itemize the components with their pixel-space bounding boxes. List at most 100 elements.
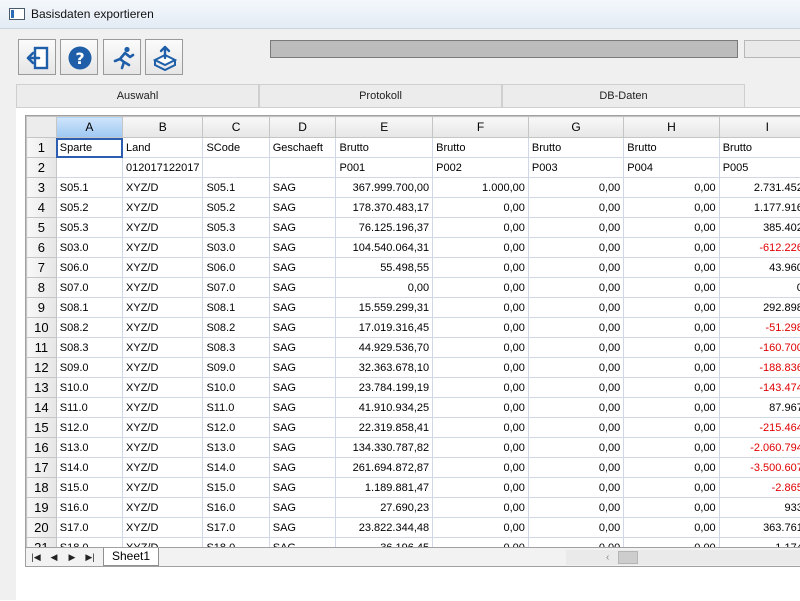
next-sheet-icon[interactable]: ▶ <box>64 550 80 565</box>
app-window-icon[interactable] <box>9 8 25 20</box>
grid-cell[interactable]: P004 <box>624 158 719 178</box>
grid-cell[interactable]: 0,00 <box>624 518 719 538</box>
grid-cell[interactable] <box>269 158 336 178</box>
grid-cell[interactable]: 0,00 <box>624 198 719 218</box>
tab-protokoll[interactable]: Protokoll <box>259 84 502 107</box>
grid-cell[interactable] <box>56 158 122 178</box>
grid-cell[interactable]: SAG <box>269 298 336 318</box>
row-header[interactable]: 12 <box>27 358 57 378</box>
row-header[interactable]: 2 <box>27 158 57 178</box>
grid-cell[interactable]: S08.1 <box>56 298 122 318</box>
grid-cell[interactable]: 178.370.483,17 <box>336 198 433 218</box>
sheet-tab-sheet1[interactable]: Sheet1 <box>103 548 159 566</box>
grid-cell[interactable]: S06.0 <box>56 258 122 278</box>
row-header[interactable]: 13 <box>27 378 57 398</box>
row-header[interactable]: 14 <box>27 398 57 418</box>
grid-cell[interactable]: -160.700,8 <box>719 338 800 358</box>
grid-cell[interactable]: 15.559.299,31 <box>336 298 433 318</box>
grid-cell[interactable]: 0,00 <box>624 498 719 518</box>
row-header[interactable]: 11 <box>27 338 57 358</box>
grid-cell[interactable] <box>203 158 269 178</box>
grid-cell[interactable]: 0,00 <box>528 538 623 549</box>
tab-auswahl[interactable]: Auswahl <box>16 84 259 107</box>
grid-cell[interactable]: S10.0 <box>203 378 269 398</box>
grid-cell[interactable]: -143.474,5 <box>719 378 800 398</box>
grid-cell[interactable]: S05.3 <box>56 218 122 238</box>
grid-cell[interactable]: S08.2 <box>203 318 269 338</box>
row-header[interactable]: 19 <box>27 498 57 518</box>
grid-cell[interactable]: SAG <box>269 498 336 518</box>
column-header-h[interactable]: H <box>624 117 719 138</box>
grid-cell[interactable]: 0,00 <box>624 238 719 258</box>
row-header[interactable]: 15 <box>27 418 57 438</box>
grid-cell[interactable]: 0,00 <box>624 258 719 278</box>
grid-cell[interactable]: 0,00 <box>624 178 719 198</box>
grid-cell[interactable]: XYZ/D <box>123 398 203 418</box>
grid-cell[interactable]: S07.0 <box>203 278 269 298</box>
grid-cell[interactable]: S13.0 <box>56 438 122 458</box>
column-header-f[interactable]: F <box>433 117 529 138</box>
grid-cell[interactable]: 23.784.199,19 <box>336 378 433 398</box>
grid-cell[interactable]: -215.464,2 <box>719 418 800 438</box>
grid-cell[interactable]: S10.0 <box>56 378 122 398</box>
grid-cell[interactable]: 0,00 <box>528 498 623 518</box>
column-header-a[interactable]: A <box>56 117 122 138</box>
grid-cell[interactable]: SAG <box>269 218 336 238</box>
grid-cell[interactable]: 012017122017 <box>123 158 203 178</box>
row-header[interactable]: 20 <box>27 518 57 538</box>
grid-cell[interactable]: 0,00 <box>433 418 529 438</box>
grid-cell[interactable]: 0,00 <box>433 338 529 358</box>
grid-cell[interactable]: 0,00 <box>624 458 719 478</box>
grid-cell[interactable]: 55.498,55 <box>336 258 433 278</box>
grid-cell[interactable]: S15.0 <box>203 478 269 498</box>
grid-cell[interactable]: 0,00 <box>528 338 623 358</box>
grid-cell[interactable]: S12.0 <box>56 418 122 438</box>
grid-cell[interactable]: S17.0 <box>203 518 269 538</box>
grid-cell[interactable]: 1.189.881,47 <box>336 478 433 498</box>
spreadsheet-grid[interactable]: ABCDEFGHI 1SparteLandSCodeGeschaeftBrutt… <box>25 115 800 548</box>
grid-cell[interactable]: XYZ/D <box>123 258 203 278</box>
grid-cell[interactable]: -2.060.794,9 <box>719 438 800 458</box>
grid-cell[interactable]: 0,00 <box>433 198 529 218</box>
grid-cell[interactable]: 22.319.858,41 <box>336 418 433 438</box>
grid-cell[interactable]: 0,00 <box>433 538 529 549</box>
grid-cell[interactable]: S06.0 <box>203 258 269 278</box>
grid-cell[interactable]: P003 <box>528 158 623 178</box>
grid-cell[interactable]: 0,00 <box>528 418 623 438</box>
grid-cell[interactable]: 0,00 <box>433 358 529 378</box>
grid-cell[interactable]: XYZ/D <box>123 358 203 378</box>
grid-cell[interactable]: 0,00 <box>624 218 719 238</box>
grid-cell[interactable]: S16.0 <box>56 498 122 518</box>
grid-cell[interactable]: XYZ/D <box>123 218 203 238</box>
grid-cell[interactable]: 0,00 <box>433 478 529 498</box>
grid-cell[interactable]: 76.125.196,37 <box>336 218 433 238</box>
grid-cell[interactable]: Brutto <box>528 138 623 158</box>
column-header-e[interactable]: E <box>336 117 433 138</box>
grid-cell[interactable]: XYZ/D <box>123 418 203 438</box>
grid-cell[interactable]: 0,00 <box>433 258 529 278</box>
row-header[interactable]: 1 <box>27 138 57 158</box>
grid-cell[interactable]: SAG <box>269 438 336 458</box>
grid-cell[interactable]: -612.226,8 <box>719 238 800 258</box>
grid-cell[interactable]: 1.174,8 <box>719 538 800 549</box>
grid-cell[interactable]: XYZ/D <box>123 438 203 458</box>
column-header-d[interactable]: D <box>269 117 336 138</box>
grid-cell[interactable]: XYZ/D <box>123 378 203 398</box>
exit-button[interactable] <box>18 39 56 75</box>
grid-cell[interactable]: S17.0 <box>56 518 122 538</box>
grid-cell[interactable]: 0,00 <box>528 478 623 498</box>
grid-cell[interactable]: 0,00 <box>528 258 623 278</box>
grid-cell[interactable]: S11.0 <box>203 398 269 418</box>
grid-cell[interactable]: XYZ/D <box>123 498 203 518</box>
row-header[interactable]: 17 <box>27 458 57 478</box>
grid-cell[interactable]: 0,00 <box>528 378 623 398</box>
grid-cell[interactable]: P002 <box>433 158 529 178</box>
grid-cell[interactable]: S14.0 <box>203 458 269 478</box>
grid-cell[interactable]: 0,00 <box>528 198 623 218</box>
grid-cell[interactable]: P001 <box>336 158 433 178</box>
grid-cell[interactable]: 0,00 <box>433 318 529 338</box>
grid-cell[interactable]: 0,0 <box>719 278 800 298</box>
grid-cell[interactable]: XYZ/D <box>123 338 203 358</box>
grid-cell[interactable]: SAG <box>269 418 336 438</box>
grid-cell[interactable]: 0,00 <box>624 278 719 298</box>
